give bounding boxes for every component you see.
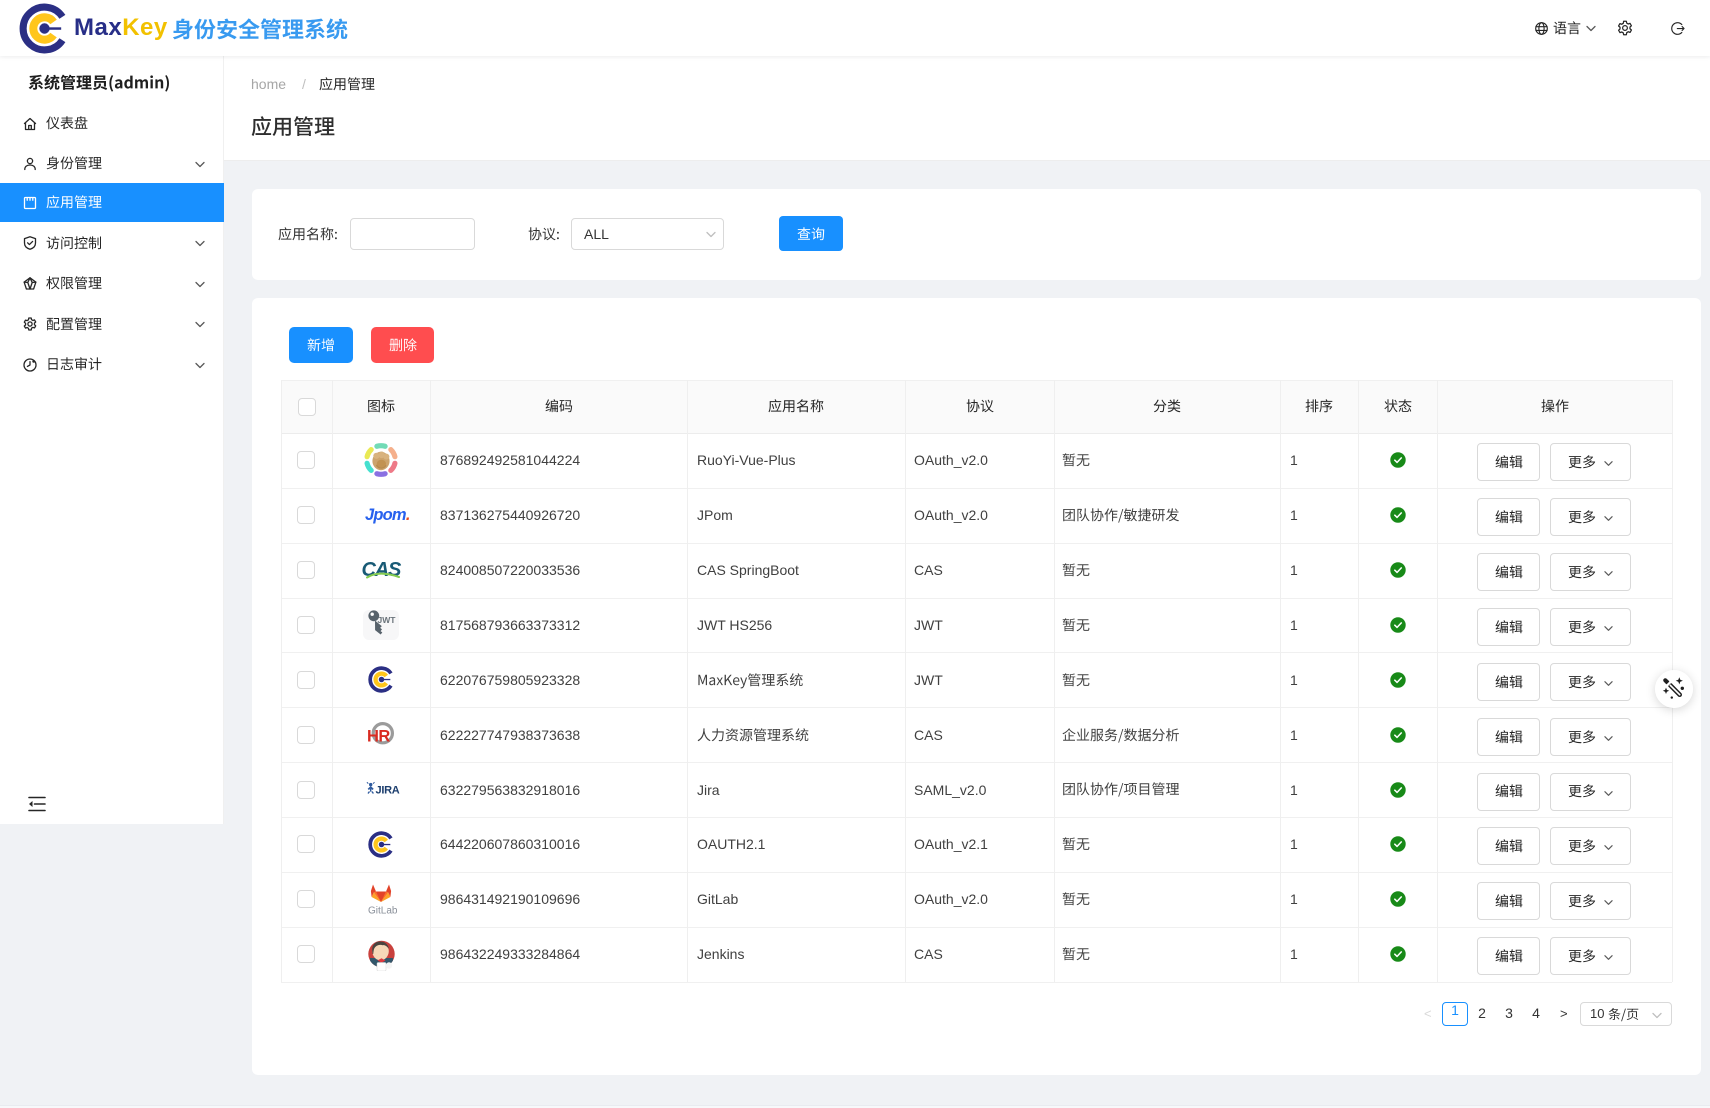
svg-text:JWT: JWT (378, 615, 397, 625)
svg-text:JIRA: JIRA (376, 785, 400, 797)
svg-text:HR: HR (367, 727, 390, 745)
svg-text:GitLab: GitLab (368, 905, 397, 916)
